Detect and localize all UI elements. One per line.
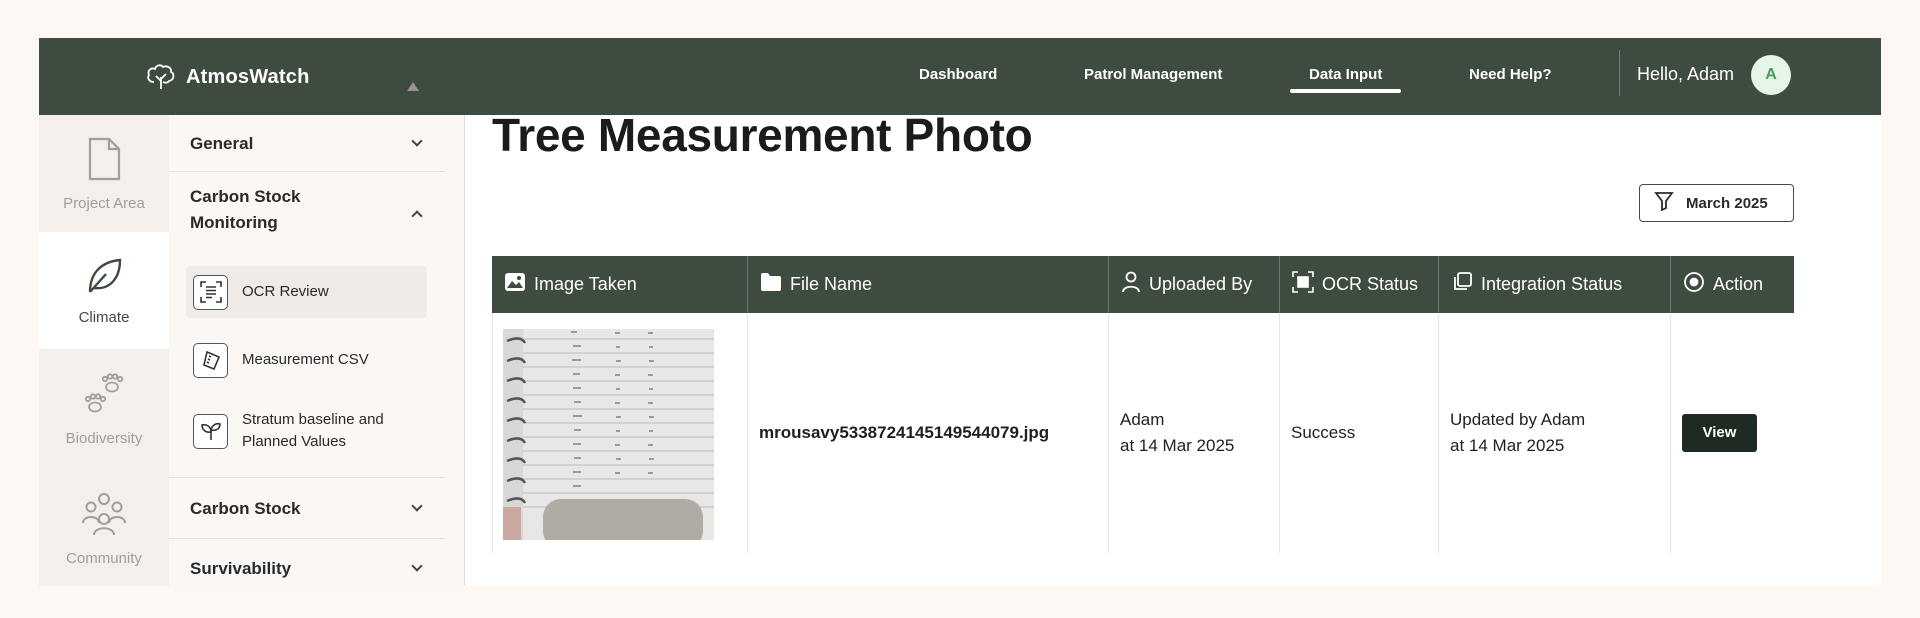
column-label: File Name: [790, 274, 873, 294]
chevron-down-icon: [411, 135, 423, 147]
rail-item-climate[interactable]: Climate: [39, 232, 169, 349]
top-navbar: AtmosWatch Dashboard Patrol Management D…: [39, 38, 1881, 115]
nav-active-indicator: [1290, 89, 1401, 93]
rail-item-biodiversity[interactable]: Biodiversity: [39, 351, 169, 468]
brand[interactable]: AtmosWatch: [146, 62, 309, 92]
rail-item-community[interactable]: Community: [39, 470, 169, 586]
chevron-up-icon: [411, 210, 423, 222]
rail-label-climate: Climate: [78, 308, 130, 326]
image-icon: [504, 271, 526, 298]
upload-date: at 14 Mar 2025: [1120, 436, 1235, 455]
column-header-file-name: File Name: [748, 256, 1109, 313]
column-label: Action: [1713, 274, 1764, 294]
column-header-ocr-status: OCR Status: [1280, 256, 1439, 313]
cell-action: View: [1671, 313, 1794, 553]
column-label: OCR Status: [1322, 274, 1419, 294]
module-rail: Project Area Climate Biodiversity Commun…: [39, 115, 169, 586]
people-group-icon: [81, 491, 127, 542]
nav-divider: [1619, 50, 1620, 96]
tree-logo-icon: [146, 62, 176, 92]
leaf-icon: [84, 256, 124, 301]
ocr-status-text: Success: [1291, 423, 1356, 442]
cell-image: [492, 313, 748, 553]
section-carbon-stock[interactable]: Carbon Stock: [169, 478, 445, 539]
chevron-down-icon: [411, 500, 423, 512]
photo-thumbnail[interactable]: [503, 329, 714, 540]
rail-label-biodiversity: Biodiversity: [65, 429, 143, 447]
cell-file-name: mrousavy5338724145149544079.jpg: [748, 313, 1109, 553]
submenu-item-measurement-csv[interactable]: Measurement CSV: [186, 334, 427, 386]
document-icon: [84, 136, 124, 187]
cell-ocr-status: Success: [1280, 313, 1439, 553]
file-name-text: mrousavy5338724145149544079.jpg: [759, 423, 1050, 442]
filter-funnel-icon: [1654, 191, 1674, 216]
submenu-item-stratum-baseline[interactable]: Stratum baseline and Planned Values: [186, 399, 427, 463]
user-greeting: Hello, Adam: [1637, 64, 1735, 84]
column-label: Uploaded By: [1149, 274, 1253, 294]
uploader-name: Adam: [1120, 410, 1165, 429]
action-target-icon: [1683, 271, 1705, 298]
section-title-survivability: Survivability: [190, 559, 292, 578]
sprout-icon: [193, 413, 228, 449]
table-row: mrousavy5338724145149544079.jpg Adam at …: [492, 313, 1794, 553]
table-header: Image Taken File Name Uploaded By OCR St…: [492, 256, 1794, 313]
nav-data-input[interactable]: Data Input: [1309, 66, 1382, 83]
column-header-action: Action: [1671, 256, 1794, 313]
view-button[interactable]: View: [1682, 414, 1757, 452]
integration-date: at 14 Mar 2025: [1450, 436, 1565, 455]
section-title-carbon-stock-monitoring: Carbon Stock Monitoring: [190, 187, 301, 232]
folder-icon: [760, 272, 782, 297]
integration-updated-by: Updated by Adam: [1450, 410, 1586, 429]
submenu-label-stratum-baseline: Stratum baseline and Planned Values: [242, 411, 384, 450]
section-general[interactable]: General: [169, 115, 445, 172]
nav-patrol-management[interactable]: Patrol Management: [1084, 66, 1222, 83]
submenu-item-ocr-review[interactable]: OCR Review: [186, 266, 427, 318]
column-label: Integration Status: [1481, 274, 1623, 294]
copy-icon: [1451, 271, 1473, 298]
section-title-carbon-stock: Carbon Stock: [190, 499, 301, 518]
brand-name: AtmosWatch: [186, 65, 310, 88]
cell-integration-status: Updated by Adam at 14 Mar 2025: [1439, 313, 1671, 553]
column-header-integration-status: Integration Status: [1439, 256, 1671, 313]
scan-focus-icon: [1292, 271, 1314, 298]
avatar[interactable]: A: [1751, 55, 1791, 95]
rail-label-project-area: Project Area: [63, 194, 145, 212]
section-survivability[interactable]: Survivability: [169, 539, 445, 586]
month-filter-button[interactable]: March 2025: [1639, 184, 1794, 222]
scroll-up-arrow-icon[interactable]: [407, 82, 419, 91]
rail-label-community: Community: [66, 549, 142, 567]
chevron-down-icon: [411, 560, 423, 572]
section-title-general: General: [190, 134, 254, 153]
paw-prints-icon: [83, 372, 125, 422]
ruler-hand-icon: [193, 342, 228, 378]
cell-uploaded-by: Adam at 14 Mar 2025: [1109, 313, 1280, 553]
submenu-label-ocr-review: OCR Review: [242, 283, 329, 300]
submenu-panel: General Carbon Stock Monitoring OCR Revi…: [169, 115, 465, 586]
column-label: Image Taken: [534, 274, 637, 294]
nav-need-help[interactable]: Need Help?: [1469, 66, 1552, 83]
column-header-image-taken: Image Taken: [492, 256, 748, 313]
submenu-label-measurement-csv: Measurement CSV: [242, 351, 369, 368]
filter-label: March 2025: [1686, 194, 1768, 212]
document-scan-icon: [193, 274, 228, 310]
user-icon: [1121, 271, 1141, 298]
page-title: Tree Measurement Photo: [492, 109, 1033, 161]
nav-dashboard[interactable]: Dashboard: [919, 66, 997, 83]
rail-item-project-area[interactable]: Project Area: [39, 115, 169, 232]
section-carbon-stock-monitoring[interactable]: Carbon Stock Monitoring OCR Review Measu…: [169, 172, 445, 478]
column-header-uploaded-by: Uploaded By: [1109, 256, 1280, 313]
